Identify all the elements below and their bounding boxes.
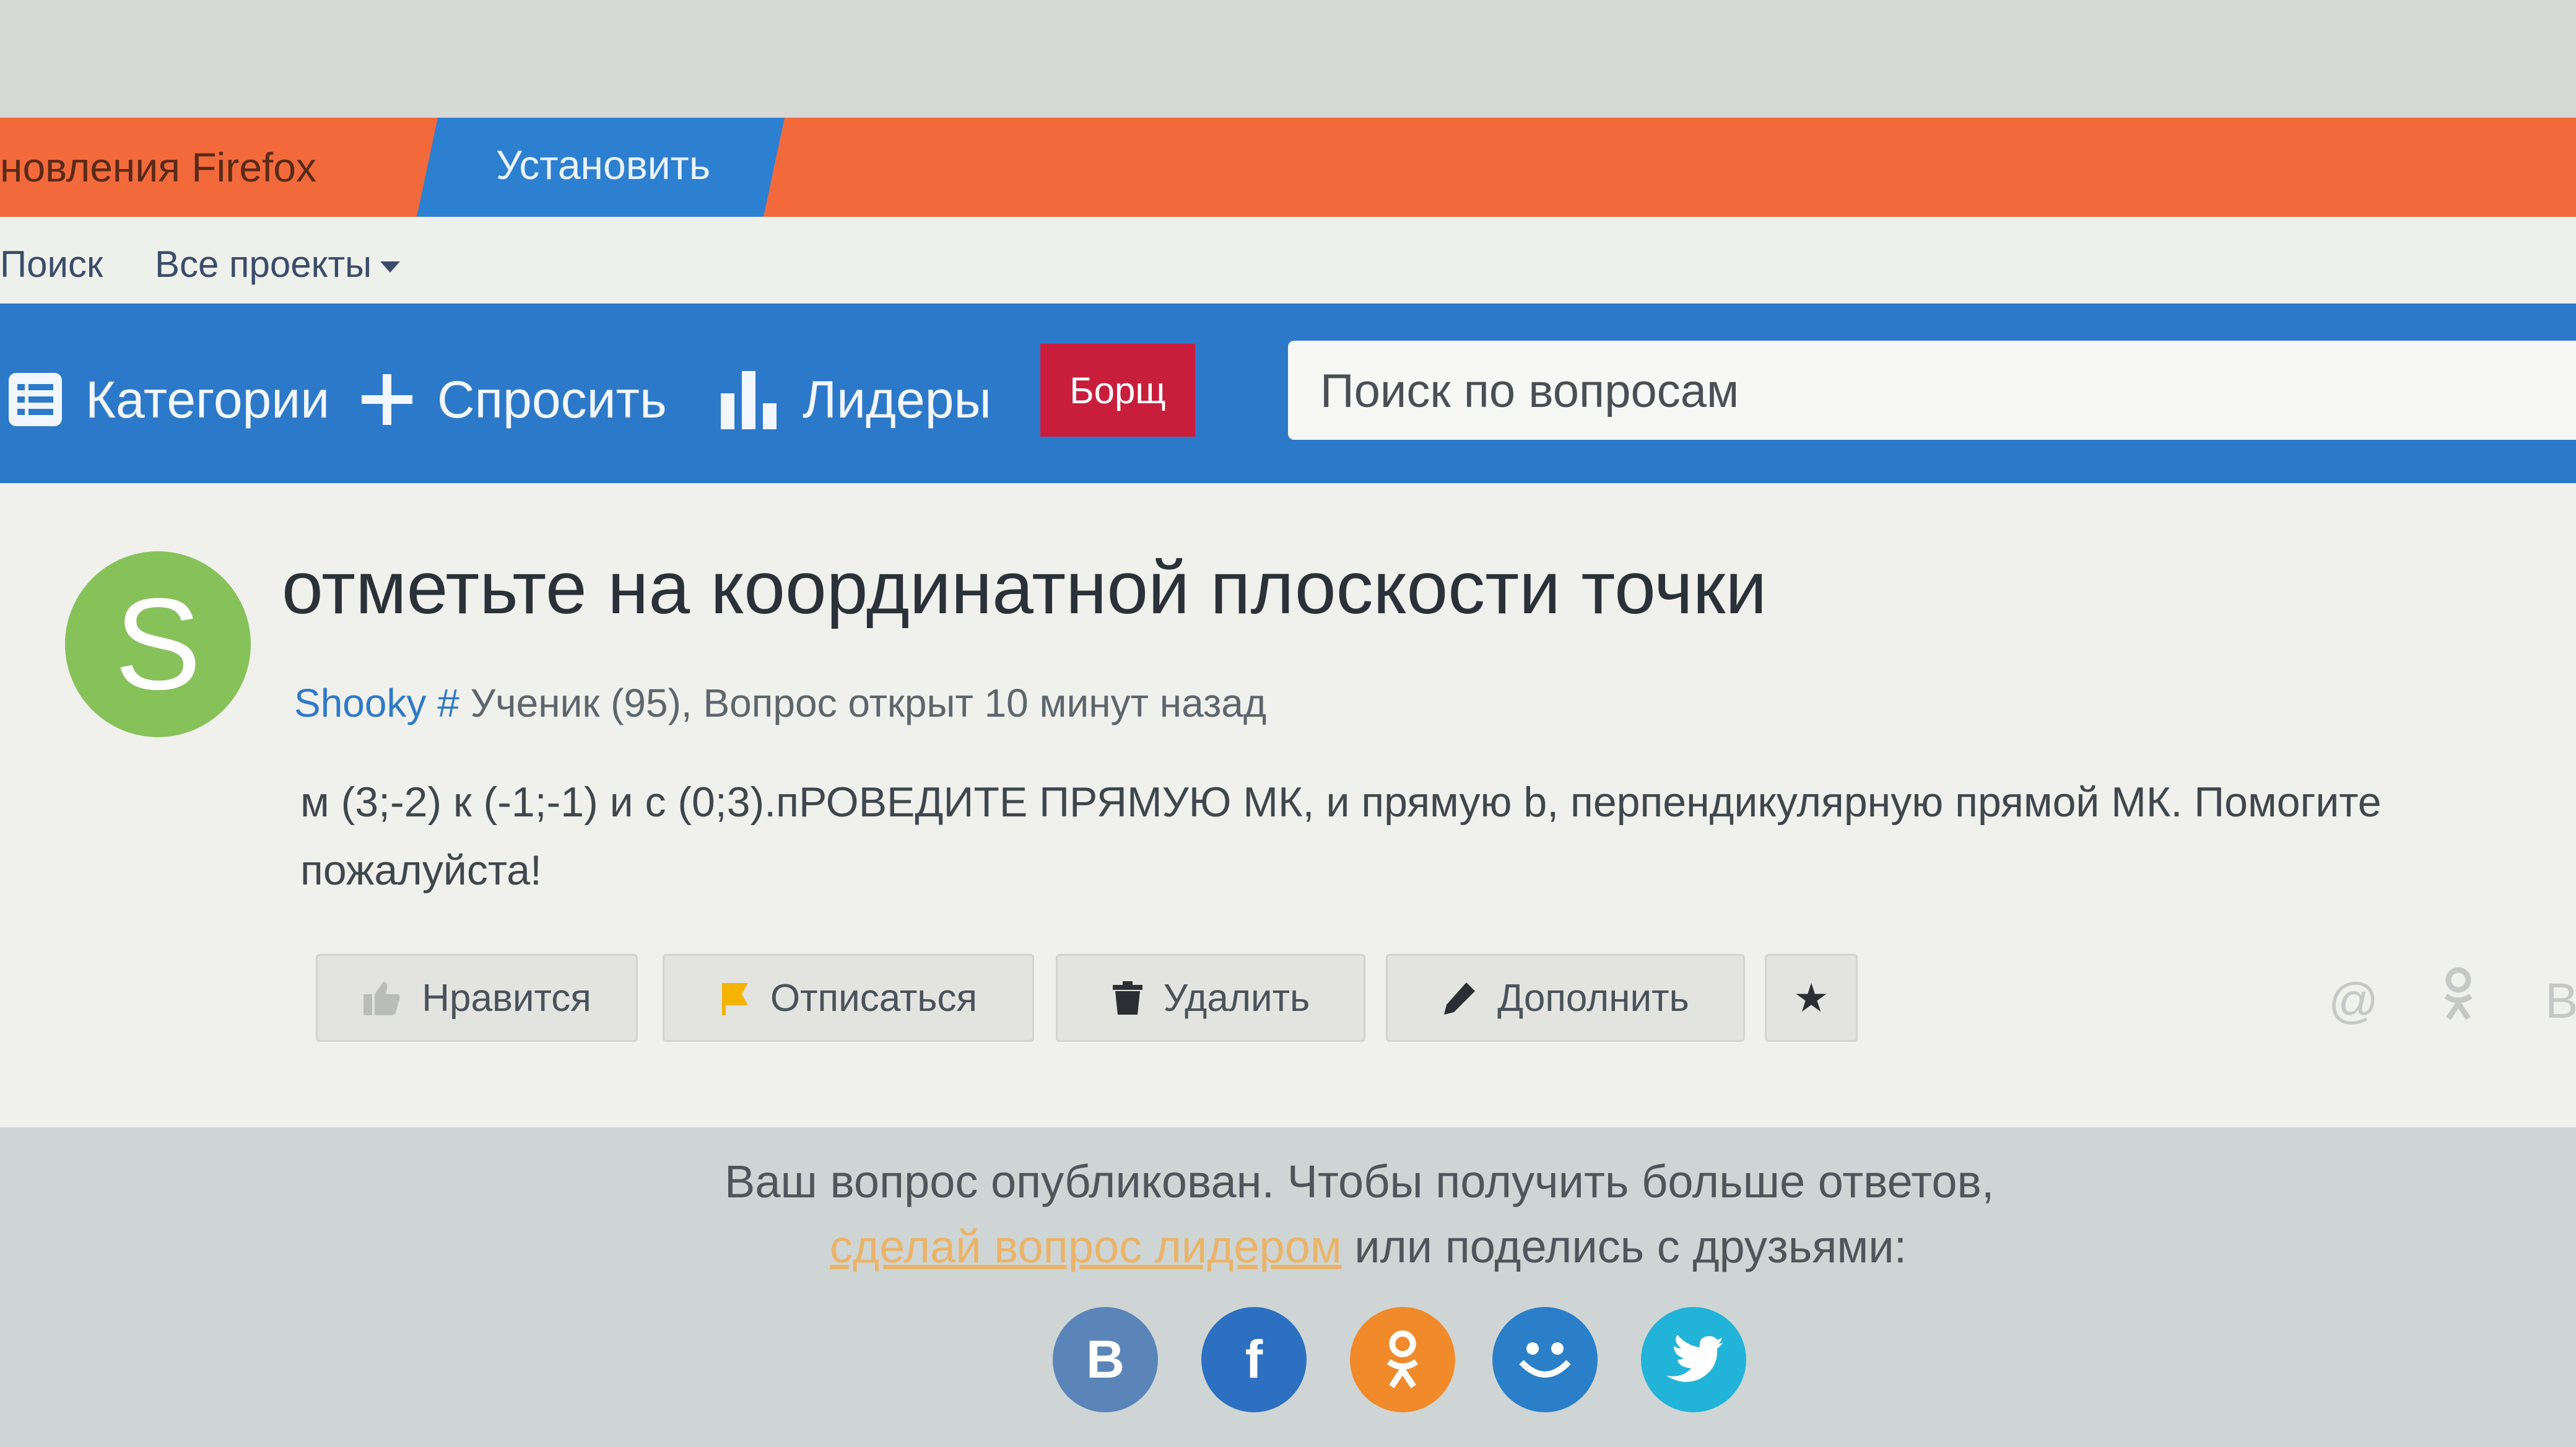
author-rank: Ученик (95), Вопрос открыт 10 минут наза…	[470, 681, 1267, 725]
odnoklassniki-share-button[interactable]	[1350, 1307, 1455, 1412]
question-body: м (3;-2) к (-1;-1) и с (0;3).пРОВЕДИТЕ П…	[300, 768, 2567, 904]
question-body-line: м (3;-2) к (-1;-1) и с (0;3).пРОВЕДИТЕ П…	[300, 779, 2382, 826]
supplement-label: Дополнить	[1497, 976, 1689, 1020]
facebook-icon: f	[1245, 1329, 1263, 1389]
vk-icon: B	[1086, 1329, 1125, 1389]
share-message-rest: или поделись с друзьями:	[1341, 1221, 1907, 1272]
plus-icon	[359, 372, 415, 427]
nav-ask[interactable]: Спросить	[359, 365, 667, 434]
star-icon: ★	[1793, 975, 1829, 1020]
chevron-down-icon	[380, 261, 401, 273]
all-projects-label: Все проекты	[155, 243, 372, 285]
delete-button[interactable]: Удалить	[1056, 954, 1365, 1042]
all-projects-dropdown[interactable]: Все проекты	[155, 243, 401, 286]
thumbs-up-icon	[362, 979, 402, 1016]
page-title: отметьте на координатной плоскости точки	[282, 546, 1767, 629]
firefox-update-bar: новления Firefox Установить	[0, 118, 2576, 217]
favorite-button[interactable]: ★	[1765, 954, 1858, 1042]
avatar[interactable]: S	[65, 551, 251, 737]
unsubscribe-label: Отписаться	[770, 976, 978, 1020]
nav-categories[interactable]: Категории	[7, 365, 329, 434]
question-card: S отметьте на координатной плоскости точ…	[0, 483, 2576, 1127]
author-hash: #	[437, 681, 459, 725]
nav-categories-label: Категории	[85, 370, 330, 429]
vk-share-icon[interactable]: B	[2545, 973, 2576, 1030]
like-label: Нравится	[422, 976, 591, 1020]
author-link[interactable]: Shooky	[294, 681, 426, 725]
search-link[interactable]: Поиск	[0, 243, 103, 286]
facebook-share-button[interactable]: f	[1201, 1307, 1307, 1412]
vk-share-button[interactable]: B	[1053, 1307, 1158, 1412]
like-button[interactable]: Нравится	[316, 954, 638, 1042]
search-input[interactable]	[1319, 341, 2498, 441]
share-footer: Ваш вопрос опубликован. Чтобы получить б…	[0, 1127, 2576, 1447]
share-message: сделай вопрос лидером или поделись с дру…	[830, 1220, 1907, 1273]
smile-icon	[1519, 1342, 1571, 1378]
nav-leaders[interactable]: Лидеры	[718, 365, 991, 434]
published-message: Ваш вопрос опубликован. Чтобы получить б…	[724, 1156, 1995, 1207]
list-icon	[7, 372, 63, 427]
question-search	[1288, 341, 2576, 441]
supplement-button[interactable]: Дополнить	[1386, 954, 1745, 1042]
main-nav: Категории Спросить Лидеры Борщ	[0, 304, 2576, 483]
make-leader-link[interactable]: сделай вопрос лидером	[830, 1221, 1342, 1272]
pencil-icon	[1442, 980, 1477, 1016]
unsubscribe-button[interactable]: Отписаться	[663, 954, 1034, 1042]
moimir-share-button[interactable]	[1492, 1307, 1598, 1412]
trash-icon	[1112, 980, 1144, 1016]
delete-label: Удалить	[1163, 976, 1310, 1020]
nav-ask-label: Спросить	[437, 370, 667, 429]
question-body-line: пожалуйста!	[300, 847, 542, 894]
odnoklassniki-icon	[1386, 1330, 1419, 1389]
browser-chrome	[0, 0, 2576, 118]
email-share-icon[interactable]: @	[2328, 973, 2378, 1030]
borsch-badge[interactable]: Борщ	[1040, 344, 1195, 437]
nav-leaders-label: Лидеры	[803, 370, 991, 429]
update-message: новления Firefox	[0, 144, 317, 190]
bar-chart-icon	[718, 369, 780, 431]
top-links-bar: Поиск Все проекты	[0, 217, 2576, 304]
twitter-share-button[interactable]	[1641, 1307, 1746, 1412]
odnoklassniki-share-icon[interactable]	[2440, 966, 2477, 1034]
twitter-icon	[1666, 1335, 1723, 1382]
install-button[interactable]: Установить	[416, 118, 785, 217]
flag-icon	[720, 981, 751, 1015]
question-meta: Shooky # Ученик (95), Вопрос открыт 10 м…	[294, 680, 1266, 726]
install-label: Установить	[495, 142, 711, 188]
